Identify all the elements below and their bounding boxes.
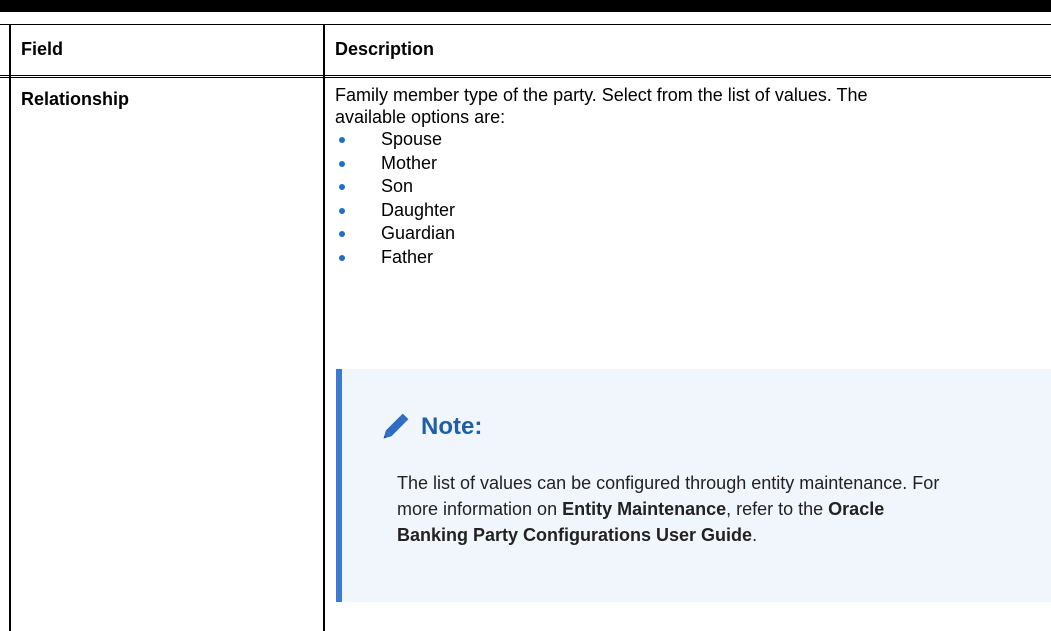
note-text-2: , refer to the — [726, 499, 829, 519]
bullet-icon — [339, 137, 345, 143]
note-title: Note: — [421, 413, 483, 440]
list-item: Son — [335, 175, 1035, 199]
bullet-icon — [339, 254, 345, 261]
description-line-2: available options are: — [335, 107, 506, 127]
bullet-icon — [339, 231, 345, 238]
table-top-border — [0, 24, 1051, 25]
top-rule — [0, 0, 1051, 12]
header-field: Field — [21, 39, 64, 59]
list-item: Daughter — [335, 199, 1035, 223]
note-text-3: . — [752, 525, 758, 545]
description-line-1: Family member type of the party. Select … — [335, 85, 868, 105]
note-bold-entity-maintenance: Entity Maintenance — [562, 499, 727, 519]
option-label: Mother — [381, 152, 438, 173]
list-item: Guardian — [335, 222, 1035, 246]
options-list: Spouse Mother Son Daughter Guardian Fath… — [335, 128, 1035, 270]
option-label: Son — [381, 176, 414, 197]
list-item: Mother — [335, 152, 1035, 176]
row-field-relationship: Relationship — [21, 89, 130, 109]
list-item: Spouse — [335, 128, 1035, 152]
column-divider — [323, 24, 325, 631]
option-label: Father — [381, 246, 434, 267]
pencil-icon — [377, 409, 413, 445]
header-divider-2 — [0, 77, 1051, 78]
bullet-icon — [339, 207, 345, 214]
note-callout: Note: The list of values can be configur… — [336, 369, 1051, 602]
header-description: Description — [335, 39, 435, 59]
row-description: Family member type of the party. Select … — [335, 84, 1035, 270]
option-label: Guardian — [381, 223, 456, 244]
list-item: Father — [335, 246, 1035, 270]
option-label: Spouse — [381, 129, 443, 149]
header-divider — [0, 75, 1051, 76]
bullet-icon — [339, 184, 345, 191]
note-body: The list of values can be configured thr… — [397, 470, 957, 548]
bullet-icon — [339, 160, 345, 167]
table-left-border — [9, 24, 11, 631]
note-header: Note: — [377, 409, 482, 445]
option-label: Daughter — [381, 199, 456, 220]
